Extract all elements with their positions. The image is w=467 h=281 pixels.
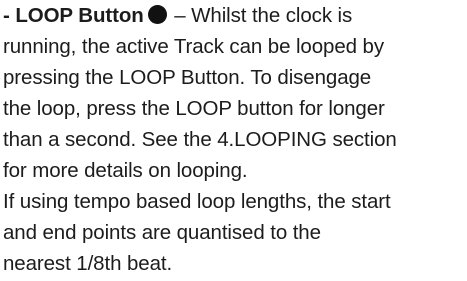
body-line: pressing the LOOP Button. To disengage (3, 66, 372, 89)
body-line: nearest 1/8th beat. (3, 252, 173, 275)
body-line: for more details on looping. (3, 159, 248, 182)
body-line: running, the active Track can be looped … (3, 35, 384, 58)
loop-button-heading-line: - LOOP Button – Whilst the clock is (3, 0, 352, 32)
body-line: If using tempo based loop lengths, the s… (3, 190, 391, 213)
manual-excerpt: - LOOP Button – Whilst the clock is runn… (0, 0, 467, 281)
loop-button-heading: - LOOP Button (3, 4, 144, 27)
heading-continuation: – Whilst the clock is (168, 4, 353, 27)
body-line: the loop, press the LOOP button for long… (3, 97, 385, 120)
body-line: than a second. See the 4.LOOPING section (3, 128, 397, 151)
loop-button-circle-icon (147, 5, 167, 24)
body-line: and end points are quantised to the (3, 221, 321, 244)
